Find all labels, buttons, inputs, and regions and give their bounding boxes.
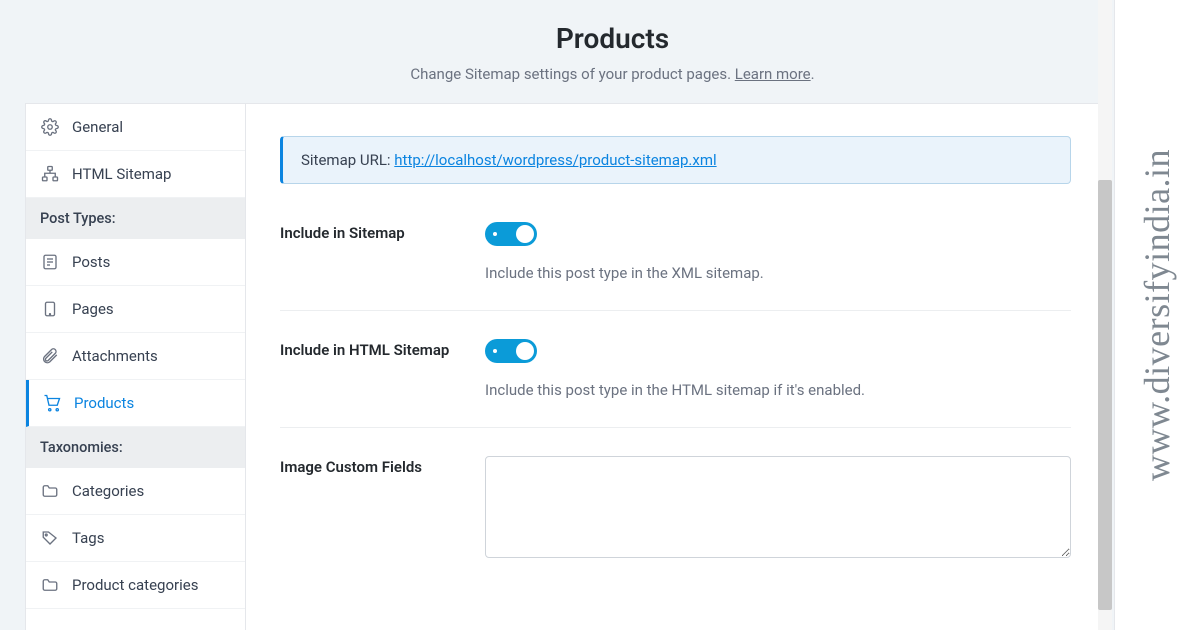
watermark-text: www.diversifyindia.in	[1137, 149, 1179, 481]
include-sitemap-toggle[interactable]	[485, 222, 537, 246]
sidebar-item-pages[interactable]: Pages	[26, 286, 245, 333]
settings-sidebar: General HTML Sitemap Post Types: Posts	[26, 104, 246, 630]
setting-desc: Include this post type in the HTML sitem…	[485, 381, 1071, 399]
setting-image-custom-fields: Image Custom Fields	[280, 456, 1071, 590]
sidebar-item-tags[interactable]: Tags	[26, 515, 245, 562]
sidebar-item-label: Pages	[72, 300, 114, 318]
image-custom-fields-input[interactable]	[485, 456, 1071, 558]
learn-more-link[interactable]: Learn more	[735, 65, 811, 83]
page-icon	[40, 299, 60, 319]
sidebar-item-products[interactable]: Products	[26, 380, 245, 427]
setting-label: Include in HTML Sitemap	[280, 339, 485, 399]
scrollbar-thumb[interactable]	[1098, 180, 1112, 610]
sidebar-item-label: Products	[74, 394, 134, 412]
sitemap-icon	[40, 164, 60, 184]
page-title: Products	[25, 22, 1200, 55]
notice-label: Sitemap URL:	[301, 151, 394, 169]
sidebar-item-label: Posts	[72, 253, 110, 271]
sidebar-item-label: Product categories	[72, 576, 198, 594]
sidebar-item-categories[interactable]: Categories	[26, 468, 245, 515]
sidebar-heading-post-types: Post Types:	[26, 198, 245, 239]
setting-include-sitemap: Include in Sitemap Include this post typ…	[280, 222, 1071, 311]
sidebar-item-general[interactable]: General	[26, 104, 245, 151]
sidebar-item-product-categories[interactable]: Product categories	[26, 562, 245, 609]
folder-icon	[40, 481, 60, 501]
tag-icon	[40, 528, 60, 548]
post-icon	[40, 252, 60, 272]
sidebar-item-label: General	[72, 118, 123, 136]
sidebar-heading-taxonomies: Taxonomies:	[26, 427, 245, 468]
page-subtitle: Change Sitemap settings of your product …	[25, 65, 1200, 83]
settings-content: Sitemap URL: http://localhost/wordpress/…	[246, 104, 1105, 630]
gear-icon	[40, 117, 60, 137]
attachment-icon	[40, 346, 60, 366]
sidebar-item-attachments[interactable]: Attachments	[26, 333, 245, 380]
sidebar-item-label: Tags	[72, 529, 104, 547]
setting-label: Image Custom Fields	[280, 456, 485, 562]
sidebar-item-html-sitemap[interactable]: HTML Sitemap	[26, 151, 245, 198]
cart-icon	[42, 393, 62, 413]
sitemap-url-notice: Sitemap URL: http://localhost/wordpress/…	[280, 136, 1071, 184]
page-header: Products Change Sitemap settings of your…	[25, 0, 1200, 103]
sidebar-item-posts[interactable]: Posts	[26, 239, 245, 286]
sidebar-item-label: Attachments	[72, 347, 158, 365]
sitemap-url-link[interactable]: http://localhost/wordpress/product-sitem…	[394, 151, 716, 169]
setting-label: Include in Sitemap	[280, 222, 485, 282]
sidebar-item-label: Categories	[72, 482, 144, 500]
watermark: www.diversifyindia.in	[1114, 0, 1200, 630]
setting-desc: Include this post type in the XML sitema…	[485, 264, 1071, 282]
folder-icon	[40, 575, 60, 595]
setting-include-html-sitemap: Include in HTML Sitemap Include this pos…	[280, 339, 1071, 428]
include-html-sitemap-toggle[interactable]	[485, 339, 537, 363]
sidebar-item-label: HTML Sitemap	[72, 165, 172, 183]
